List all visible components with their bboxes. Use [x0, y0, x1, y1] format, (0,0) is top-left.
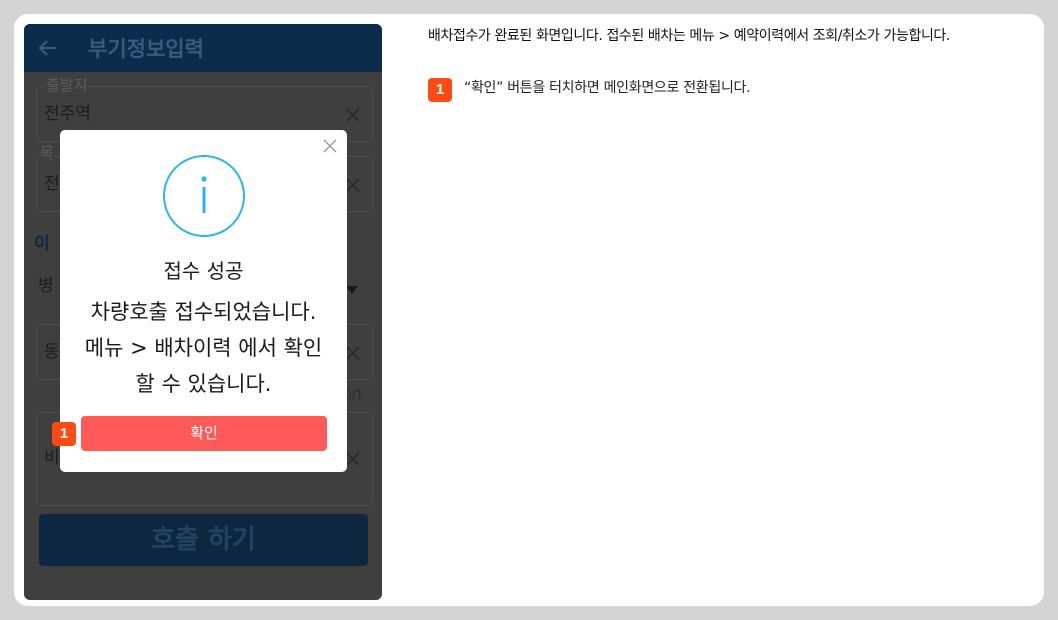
description-text: 배차접수가 완료된 화면입니다. 접수된 배차는 메뉴 > 예약이력에서 조회/… — [428, 28, 950, 44]
step-badge: 1 — [428, 78, 452, 102]
dialog-title: 접수 성공 — [163, 259, 244, 283]
message-line-1: 차량호출 접수되었습니다. — [90, 300, 317, 324]
step-description: “확인” 버튼을 터치하면 메인화면으로 전환됩니다. — [464, 80, 751, 96]
page-title: 부기정보입력 — [88, 37, 204, 61]
clear-note-icon[interactable] — [346, 452, 360, 466]
destination-value: 전 — [44, 174, 60, 194]
step-badge-on-phone: 1 — [52, 422, 76, 446]
confirm-button[interactable]: 확인 — [81, 416, 327, 451]
phone-screenshot: 부기정보입력 출발지 전주역 목 전 이 병 동 0/1 비 호출 하기 접수 … — [24, 24, 382, 600]
note-value: 비 — [44, 448, 60, 468]
app-header: 부기정보입력 — [24, 24, 382, 72]
select-value[interactable]: 병 — [38, 276, 54, 296]
memo-value: 동 — [44, 342, 60, 362]
departure-label: 출발지 — [46, 76, 88, 94]
message-line-3: 할 수 있습니다. — [135, 372, 272, 396]
call-button[interactable]: 호출 하기 — [39, 514, 368, 566]
close-icon[interactable] — [322, 138, 338, 154]
clear-departure-icon[interactable] — [346, 108, 360, 122]
dialog-message: 차량호출 접수되었습니다. 메뉴 > 배차이력 에서 확인 할 수 있습니다. — [70, 294, 337, 402]
info-icon — [162, 154, 246, 238]
departure-value: 전주역 — [44, 104, 91, 124]
destination-label: 목 — [40, 144, 54, 162]
chevron-down-icon[interactable] — [346, 286, 358, 294]
arrow-left-icon[interactable] — [38, 34, 62, 62]
success-dialog: 접수 성공 차량호출 접수되었습니다. 메뉴 > 배차이력 에서 확인 할 수 … — [60, 130, 347, 472]
clear-memo-icon[interactable] — [346, 346, 360, 360]
section-label: 이 — [34, 234, 50, 254]
message-line-2: 메뉴 > 배차이력 에서 확인 — [84, 336, 323, 360]
clear-destination-icon[interactable] — [346, 178, 360, 192]
